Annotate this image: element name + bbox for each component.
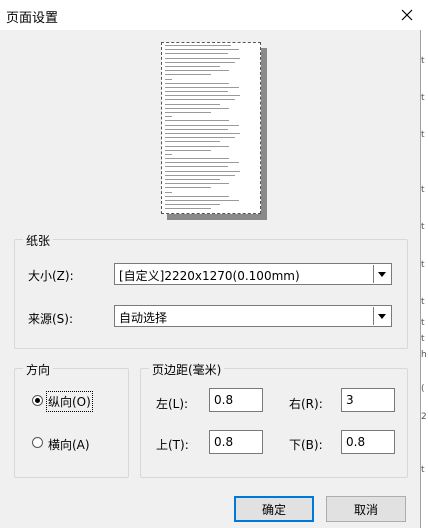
margins-legend: 页边距(毫米): [149, 361, 225, 378]
preview-line: [165, 153, 173, 155]
preview-line: [165, 107, 230, 109]
bottom-margin-input[interactable]: 0.8: [341, 430, 395, 454]
preview-line: [165, 120, 230, 122]
background-glyph: (: [421, 384, 425, 394]
preview-line: [165, 166, 228, 168]
preview-line: [165, 158, 230, 160]
landscape-label[interactable]: 横向(A): [48, 436, 90, 453]
preview-line: [165, 49, 239, 51]
paper-source-select[interactable]: 自动选择: [114, 305, 392, 327]
close-icon: [401, 9, 413, 21]
background-glyph: 2: [421, 412, 427, 422]
preview-line: [165, 86, 239, 88]
top-margin-input[interactable]: 0.8: [209, 430, 263, 454]
preview-line: [165, 70, 230, 72]
background-glyph: t: [421, 130, 425, 140]
preview-line: [165, 195, 230, 197]
preview-line: [165, 116, 173, 118]
preview-line: [165, 91, 228, 93]
orientation-legend: 方向: [23, 361, 54, 378]
bottom-margin-value: 0.8: [346, 435, 366, 449]
cancel-button[interactable]: 取消: [326, 496, 406, 522]
chevron-down-icon: [378, 271, 386, 277]
preview-line: [165, 82, 230, 84]
paper-source-value: 自动选择: [119, 311, 168, 325]
preview-line: [165, 57, 241, 59]
background-glyph: t: [421, 318, 425, 328]
landscape-radio[interactable]: [32, 437, 43, 448]
paper-legend: 纸张: [23, 232, 54, 249]
preview-line: [165, 141, 221, 143]
dropdown-button[interactable]: [373, 307, 390, 325]
preview-line: [165, 162, 239, 164]
preview-line: [165, 170, 241, 172]
preview-line: [165, 124, 239, 126]
preview-line: [165, 174, 235, 176]
preview-line: [165, 204, 221, 206]
left-margin-value: 0.8: [214, 393, 234, 407]
preview-line: [165, 183, 230, 185]
preview-line: [165, 149, 211, 151]
background-glyph: t: [421, 93, 425, 103]
preview-line: [165, 132, 241, 134]
bottom-margin-label: 下(B):: [289, 438, 323, 452]
title-bar: 页面设置: [0, 0, 428, 30]
chevron-down-icon: [378, 313, 386, 319]
preview-line: [165, 103, 221, 105]
background-glyph: h: [421, 350, 427, 360]
source-label: 来源(S):: [28, 312, 74, 326]
right-margin-input[interactable]: 3: [341, 388, 395, 412]
left-margin-input[interactable]: 0.8: [209, 388, 263, 412]
preview-line: [165, 191, 173, 193]
preview-line: [165, 45, 232, 46]
preview-line: [165, 208, 211, 210]
dialog-title: 页面设置: [6, 11, 59, 26]
top-margin-label: 上(T):: [156, 438, 189, 452]
paper-group: 纸张: [14, 232, 408, 349]
preview-line: [165, 61, 235, 63]
preview-line: [165, 99, 235, 101]
orientation-group: 方向: [14, 361, 129, 478]
preview-line: [165, 179, 221, 180]
preview-line: [165, 95, 241, 97]
paper-size-value: [自定义]2220x1270(0.100mm): [119, 269, 300, 283]
right-margin-value: 3: [346, 393, 354, 407]
preview-line: [165, 78, 173, 80]
dropdown-button[interactable]: [373, 265, 390, 283]
preview-line: [165, 187, 211, 189]
right-margin-label: 右(R):: [289, 397, 323, 411]
background-glyph: t: [421, 260, 425, 270]
background-glyph: t: [421, 465, 425, 475]
preview-line: [165, 112, 211, 113]
preview-line: [165, 74, 211, 76]
preview-text-lines: [165, 45, 257, 213]
paper-size-select[interactable]: [自定义]2220x1270(0.100mm): [114, 263, 392, 285]
portrait-label[interactable]: 纵向(O): [46, 391, 93, 412]
background-glyph: t: [421, 222, 425, 232]
background-glyph: t: [421, 334, 425, 344]
top-margin-value: 0.8: [214, 435, 234, 449]
ok-button[interactable]: 确定: [234, 496, 314, 522]
margins-group: 页边距(毫米): [140, 361, 408, 478]
preview-line: [165, 53, 228, 55]
preview-line: [165, 65, 221, 67]
preview-line: [165, 137, 235, 139]
preview-line: [165, 128, 228, 130]
background-window-edge: [420, 30, 428, 528]
portrait-radio[interactable]: [32, 395, 43, 406]
left-margin-label: 左(L):: [156, 397, 189, 411]
background-glyph: t: [421, 297, 425, 307]
close-button[interactable]: [396, 4, 418, 26]
background-glyph: t: [421, 185, 425, 195]
preview-line: [165, 199, 239, 201]
size-label: 大小(Z):: [28, 269, 74, 283]
page-preview: [161, 42, 261, 214]
preview-line: [165, 145, 230, 147]
background-glyph: t: [421, 56, 425, 66]
